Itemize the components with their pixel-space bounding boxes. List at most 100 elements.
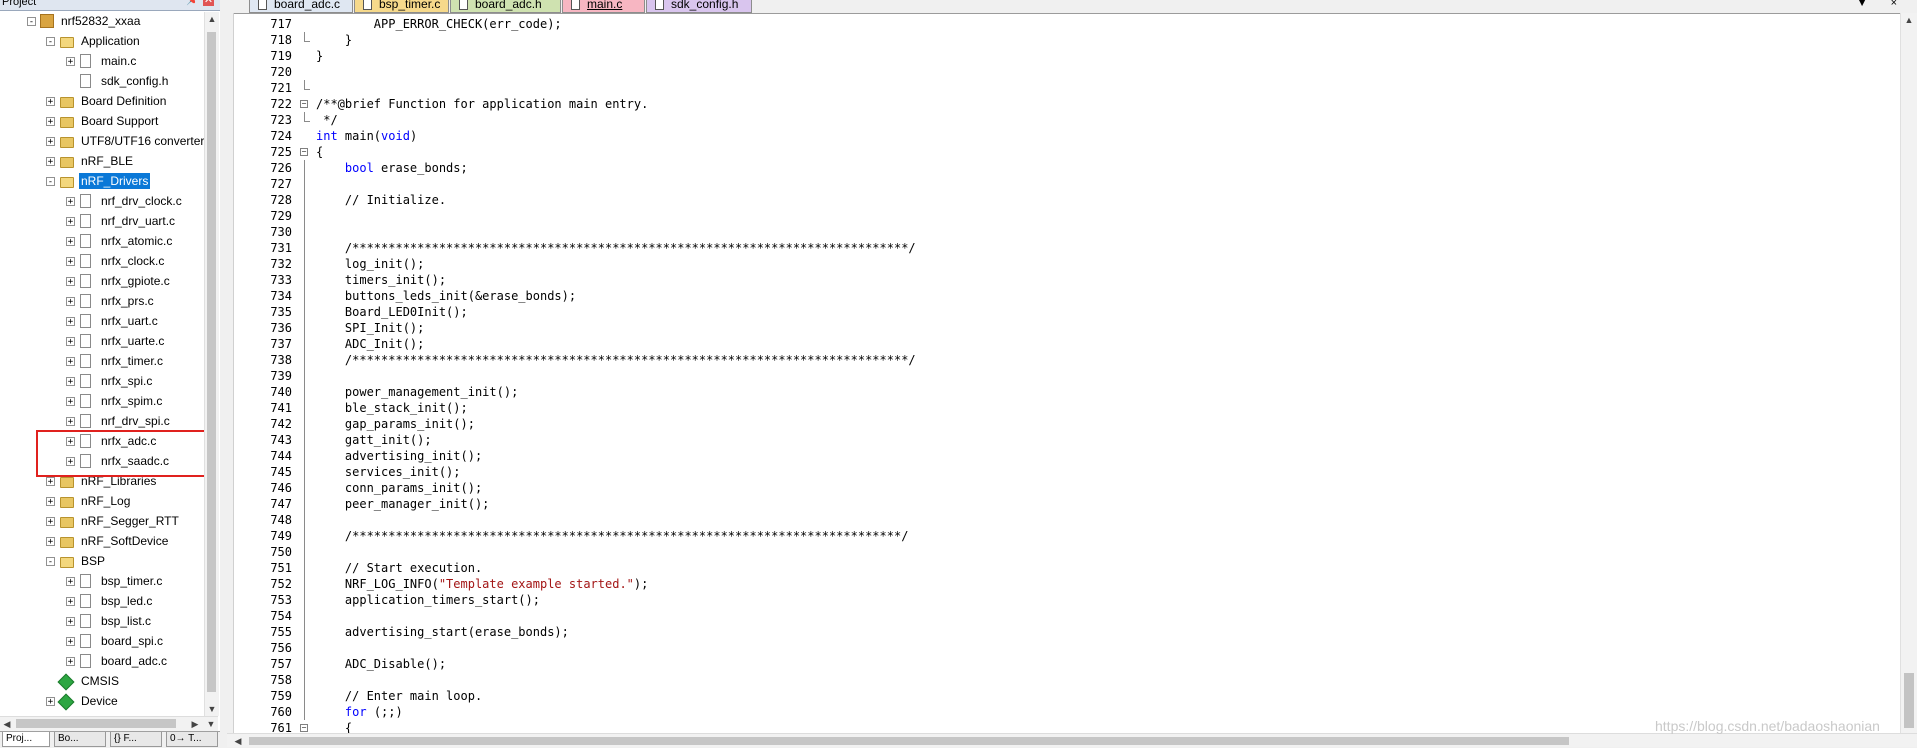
editor-vertical-scrollbar[interactable]: ▲	[1900, 13, 1917, 733]
code-line[interactable]: 729	[234, 208, 1894, 224]
code-line[interactable]: 735 Board_LED0Init();	[234, 304, 1894, 320]
project-horizontal-scrollbar[interactable]: ◀ ▶ ▼	[0, 716, 218, 731]
project-hscroll-thumb[interactable]	[16, 719, 176, 728]
expand-icon[interactable]: +	[66, 297, 75, 307]
code-line[interactable]: 730	[234, 224, 1894, 240]
code-line[interactable]: 736 SPI_Init();	[234, 320, 1894, 336]
code-line[interactable]: 754	[234, 608, 1894, 624]
tree-item[interactable]: + nRF_Log	[0, 492, 204, 512]
code-line[interactable]: 724 int main(void)	[234, 128, 1894, 144]
tree-item[interactable]: + nrfx_atomic.c	[0, 232, 204, 252]
expand-icon[interactable]: +	[66, 57, 75, 67]
close-pane-icon[interactable]: ✕	[203, 0, 214, 6]
tree-item[interactable]: - nrf52832_xxaa	[0, 12, 204, 32]
expand-icon[interactable]: +	[66, 377, 75, 387]
expand-icon[interactable]: +	[66, 597, 75, 607]
code-line[interactable]: 737 ADC_Init();	[234, 336, 1894, 352]
editor-hscroll-thumb[interactable]	[249, 737, 1569, 745]
expand-icon[interactable]: +	[46, 117, 55, 127]
expand-icon[interactable]: +	[66, 217, 75, 227]
expand-icon[interactable]: +	[46, 97, 55, 107]
tree-item[interactable]: + nrfx_spim.c	[0, 392, 204, 412]
expand-icon[interactable]: +	[46, 537, 55, 547]
expand-icon[interactable]: +	[66, 237, 75, 247]
tree-item[interactable]: + Board Support	[0, 112, 204, 132]
code-line[interactable]: 753 application_timers_start();	[234, 592, 1894, 608]
expand-icon[interactable]: +	[66, 317, 75, 327]
code-line[interactable]: 739	[234, 368, 1894, 384]
expand-icon[interactable]: +	[46, 157, 55, 167]
code-line[interactable]: 752 NRF_LOG_INFO("Template example start…	[234, 576, 1894, 592]
tree-item[interactable]: + bsp_led.c	[0, 592, 204, 612]
tree-item[interactable]: + nrfx_clock.c	[0, 252, 204, 272]
tab-controls[interactable]: ▼ ×	[1857, 0, 1907, 9]
expand-icon[interactable]: +	[66, 617, 75, 627]
code-line[interactable]: 733 timers_init();	[234, 272, 1894, 288]
scroll-down-arrow-icon[interactable]: ▼	[204, 717, 218, 731]
code-line[interactable]: 731 /***********************************…	[234, 240, 1894, 256]
collapse-icon[interactable]: -	[46, 37, 55, 47]
editor-tab[interactable]: board_adc.h	[450, 0, 561, 13]
tree-item[interactable]: + nrfx_spi.c	[0, 372, 204, 392]
code-line[interactable]: 723 */	[234, 112, 1894, 128]
tree-item[interactable]: + nrf_drv_spi.c	[0, 412, 204, 432]
tree-item[interactable]: sdk_config.h	[0, 72, 204, 92]
tree-item[interactable]: + nrf_drv_uart.c	[0, 212, 204, 232]
tree-item[interactable]: + Device	[0, 692, 204, 712]
project-vscroll-thumb[interactable]	[207, 32, 216, 692]
code-line[interactable]: 717 APP_ERROR_CHECK(err_code);	[234, 16, 1894, 32]
code-line[interactable]: 738 /***********************************…	[234, 352, 1894, 368]
code-line[interactable]: 759 // Enter main loop.	[234, 688, 1894, 704]
code-line[interactable]: 742 gap_params_init();	[234, 416, 1894, 432]
code-line[interactable]: 757 ADC_Disable();	[234, 656, 1894, 672]
expand-icon[interactable]: +	[66, 417, 75, 427]
code-line[interactable]: 740 power_management_init();	[234, 384, 1894, 400]
expand-icon[interactable]: +	[66, 657, 75, 667]
fold-toggle-icon[interactable]: −	[300, 724, 308, 732]
tree-item[interactable]: - Application	[0, 32, 204, 52]
expand-icon[interactable]: +	[66, 337, 75, 347]
code-line[interactable]: 747 peer_manager_init();	[234, 496, 1894, 512]
code-line[interactable]: 741 ble_stack_init();	[234, 400, 1894, 416]
tree-item[interactable]: + nRF_SoftDevice	[0, 532, 204, 552]
tab-templates[interactable]: 0→ T...	[166, 732, 218, 747]
tree-item[interactable]: + nRF_BLE	[0, 152, 204, 172]
code-line[interactable]: 746 conn_params_init();	[234, 480, 1894, 496]
tree-item[interactable]: + UTF8/UTF16 converter	[0, 132, 204, 152]
code-line[interactable]: 722−/**@brief Function for application m…	[234, 96, 1894, 112]
editor-tab[interactable]: board_adc.c	[249, 0, 353, 13]
expand-icon[interactable]: +	[46, 517, 55, 527]
tree-item[interactable]: CMSIS	[0, 672, 204, 692]
tree-item[interactable]: + main.c	[0, 52, 204, 72]
code-line[interactable]: 719}	[234, 48, 1894, 64]
code-line[interactable]: 758	[234, 672, 1894, 688]
editor-tab[interactable]: main.c	[562, 0, 645, 13]
tree-item[interactable]: + nrfx_timer.c	[0, 352, 204, 372]
editor-tab[interactable]: bsp_timer.c	[354, 0, 449, 13]
scroll-up-arrow-icon[interactable]: ▲	[205, 12, 219, 26]
code-line[interactable]: 725−{	[234, 144, 1894, 160]
expand-icon[interactable]: +	[66, 277, 75, 287]
code-line[interactable]: 755 advertising_start(erase_bonds);	[234, 624, 1894, 640]
code-line[interactable]: 761− {	[234, 720, 1894, 733]
expand-icon[interactable]: +	[46, 477, 55, 487]
code-line[interactable]: 751 // Start execution.	[234, 560, 1894, 576]
pin-icon[interactable]: 📌	[186, 0, 200, 6]
code-line[interactable]: 721	[234, 80, 1894, 96]
tab-books[interactable]: Bo...	[54, 732, 106, 747]
collapse-icon[interactable]: -	[46, 177, 55, 187]
expand-icon[interactable]: +	[66, 577, 75, 587]
expand-icon[interactable]: +	[66, 397, 75, 407]
code-line[interactable]: 748	[234, 512, 1894, 528]
project-vertical-scrollbar[interactable]: ▲ ▼	[204, 12, 219, 716]
code-line[interactable]: 728 // Initialize.	[234, 192, 1894, 208]
code-line[interactable]: 718 }	[234, 32, 1894, 48]
code-line[interactable]: 745 services_init();	[234, 464, 1894, 480]
collapse-icon[interactable]: -	[27, 17, 36, 27]
tree-item[interactable]: + Board Definition	[0, 92, 204, 112]
code-line[interactable]: 726 bool erase_bonds;	[234, 160, 1894, 176]
scroll-up-arrow-icon[interactable]: ▲	[1902, 13, 1916, 27]
scroll-down-arrow-icon[interactable]: ▼	[205, 702, 219, 716]
tree-item[interactable]: + nrfx_uart.c	[0, 312, 204, 332]
expand-icon[interactable]: +	[46, 697, 55, 707]
